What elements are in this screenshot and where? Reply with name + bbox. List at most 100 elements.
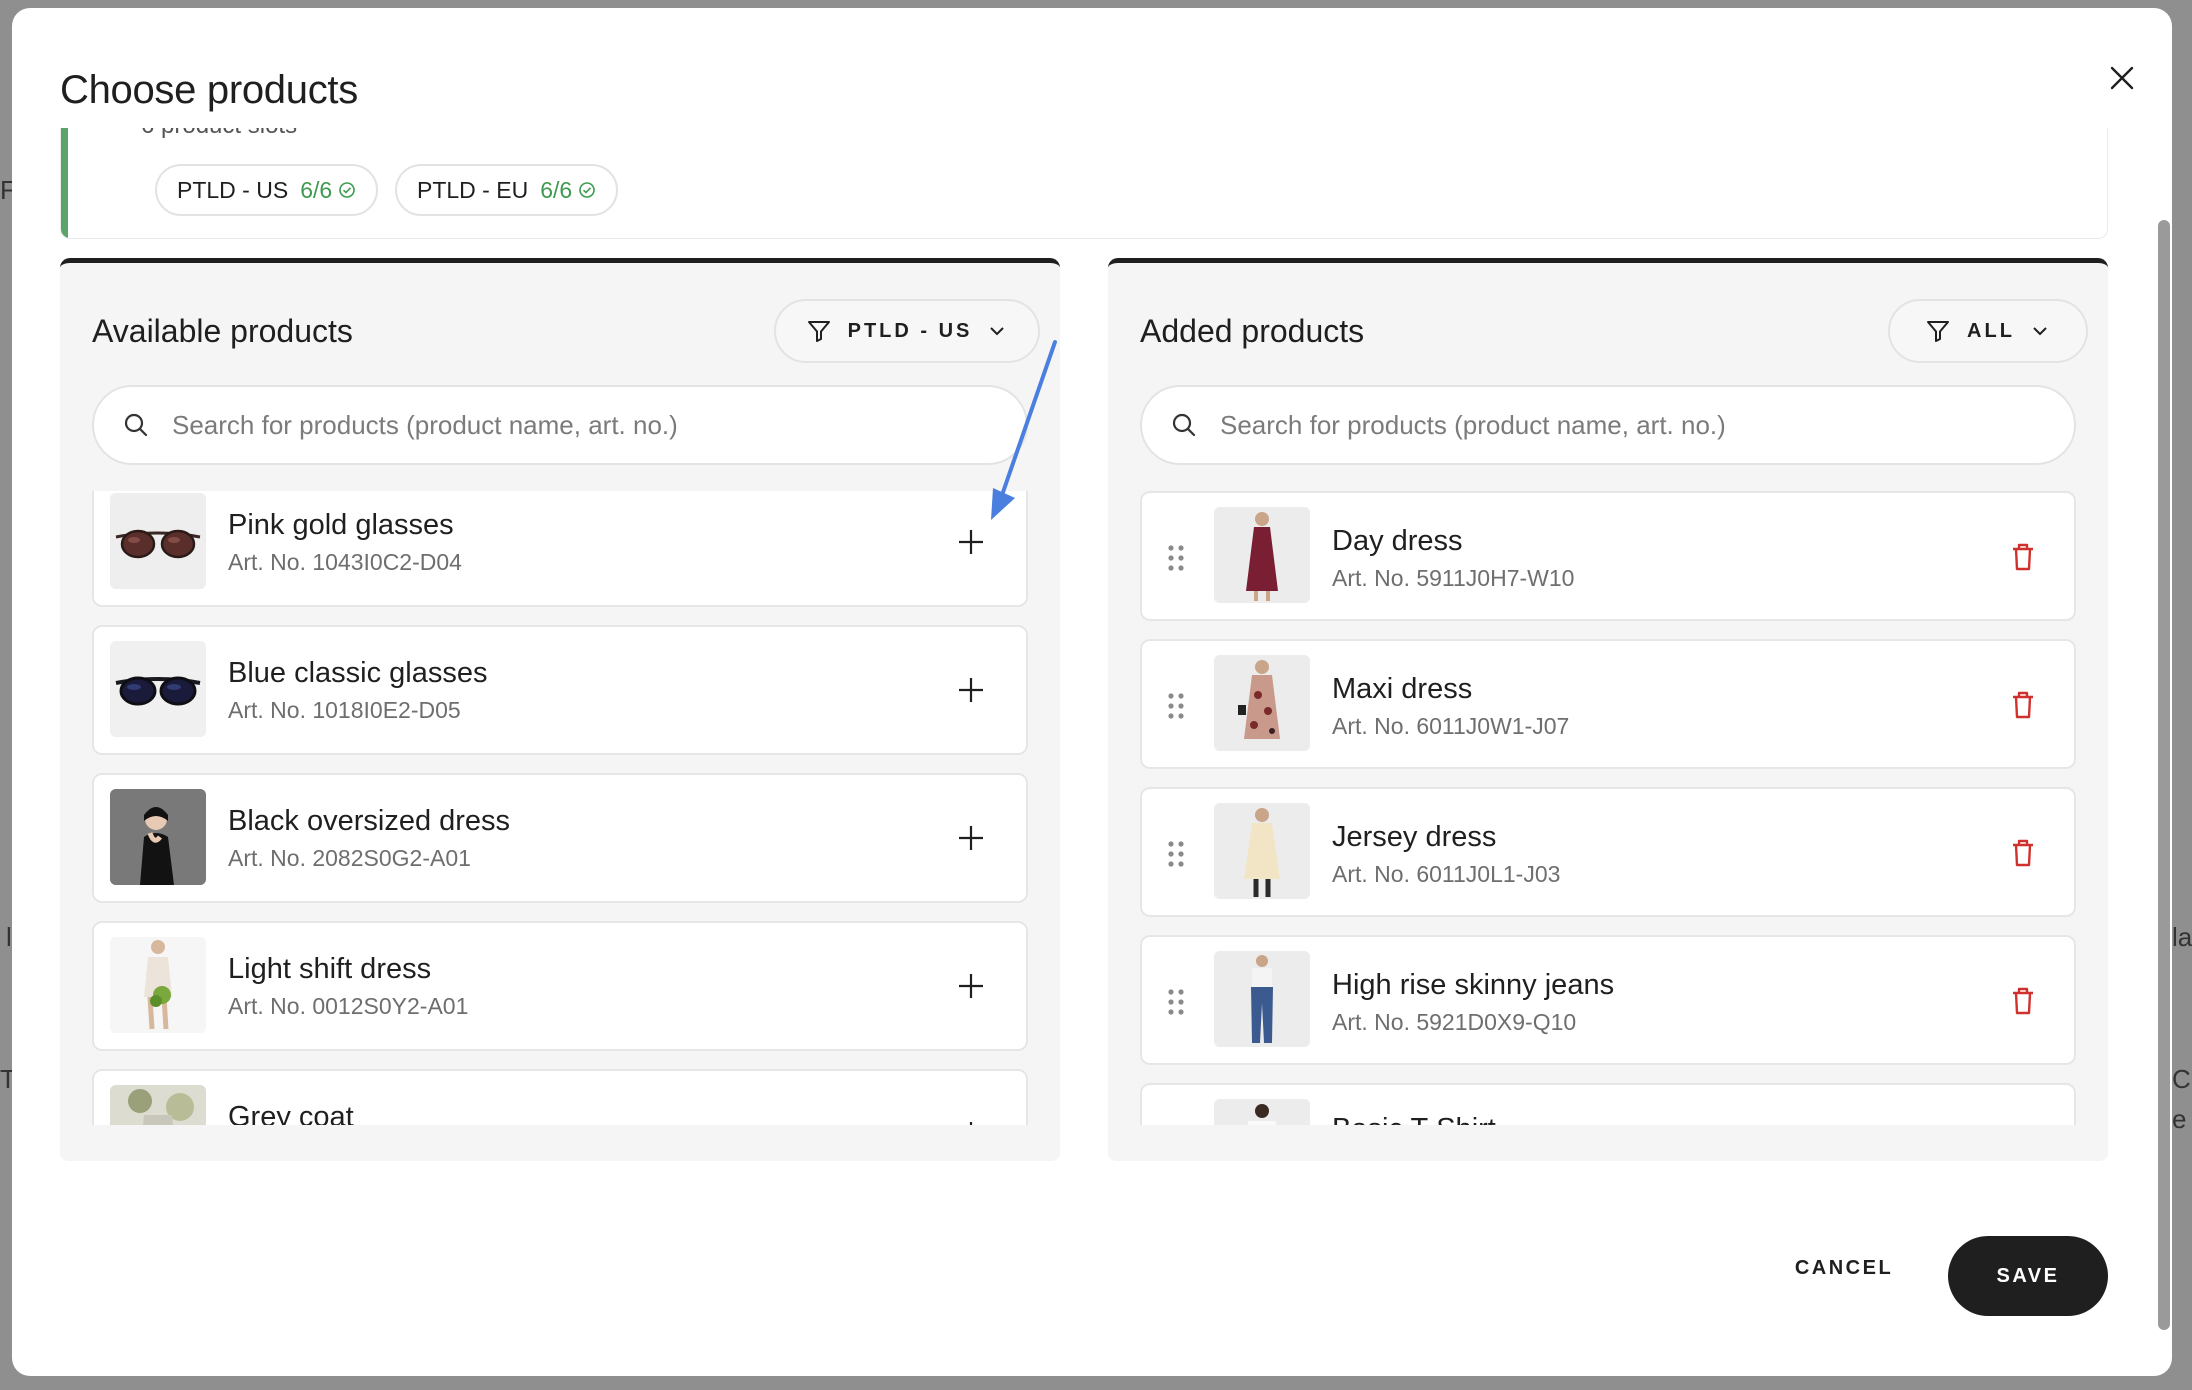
- available-search-input[interactable]: [170, 408, 994, 442]
- slot-chip-label: PTLD - EU: [417, 176, 529, 203]
- cancel-button[interactable]: CANCEL: [1774, 1238, 1914, 1298]
- product-thumbnail: [1214, 1099, 1310, 1125]
- add-product-button[interactable]: [950, 1113, 992, 1125]
- delete-product-button[interactable]: [2008, 985, 2038, 1017]
- close-icon: [2110, 66, 2134, 90]
- add-product-button[interactable]: [950, 965, 992, 1007]
- delete-product-button[interactable]: [2008, 689, 2038, 721]
- available-search-field[interactable]: [92, 385, 1028, 465]
- product-name: Light shift dress: [228, 953, 432, 985]
- slot-accent-bar: [61, 128, 68, 238]
- backdrop-fragment: la: [2172, 922, 2192, 952]
- product-thumbnail: [1214, 803, 1310, 899]
- product-art-no: Art. No. 1043I0C2-D04: [228, 549, 462, 575]
- dialog-scrollbar[interactable]: [2158, 220, 2170, 1330]
- product-name: Grey coat: [228, 1101, 354, 1125]
- dialog-title: Choose products: [60, 68, 358, 112]
- filter-icon: [1927, 321, 1950, 342]
- grey-coat-image: [110, 1085, 206, 1125]
- added-products-title: Added products: [1140, 313, 1365, 349]
- trash-icon: [2013, 987, 2033, 1015]
- check-circle-icon: [339, 182, 355, 198]
- available-product-row[interactable]: Grey coat: [92, 1069, 1028, 1125]
- jeans-image: [1214, 951, 1310, 1047]
- product-art-no: Art. No. 6011J0L1-J03: [1332, 861, 1561, 887]
- burgundy-dress-image: [1214, 507, 1310, 603]
- plus-icon: [959, 678, 983, 702]
- drag-handle[interactable]: [1164, 691, 1188, 721]
- delete-product-button[interactable]: [2008, 541, 2038, 573]
- product-art-no: Art. No. 5921D0X9-Q10: [1332, 1009, 1577, 1035]
- added-search-field[interactable]: [1140, 385, 2076, 465]
- product-thumbnail: [110, 1085, 206, 1125]
- market-filter-label: PTLD - US: [847, 319, 973, 342]
- search-icon: [124, 413, 148, 437]
- added-product-row[interactable]: Jersey dress Art. No. 6011J0L1-J03: [1140, 787, 2076, 917]
- product-name: Basic T-Shirt: [1332, 1113, 1496, 1125]
- available-products-panel: Available products PTLD - US Pink gold g…: [60, 258, 1060, 1161]
- available-product-row[interactable]: Light shift dress Art. No. 0012S0Y2-A01: [92, 921, 1028, 1051]
- drag-handle-icon: [1168, 841, 1184, 867]
- close-button[interactable]: [2102, 58, 2142, 98]
- plus-icon: [959, 826, 983, 850]
- available-product-row[interactable]: Pink gold glasses Art. No. 1043I0C2-D04: [92, 491, 1028, 607]
- added-search-input[interactable]: [1218, 408, 2042, 442]
- product-art-no: Art. No. 5911J0H7-W10: [1332, 565, 1575, 591]
- available-product-row[interactable]: Blue classic glasses Art. No. 1018I0E2-D…: [92, 625, 1028, 755]
- product-name: Jersey dress: [1332, 821, 1497, 853]
- market-filter-button[interactable]: PTLD - US: [774, 299, 1040, 363]
- added-filter-label: ALL: [1967, 319, 2015, 342]
- slot-chip-count: 6/6: [300, 176, 333, 203]
- add-product-button[interactable]: [950, 669, 992, 711]
- backdrop-fragment: C2: [2172, 1064, 2192, 1094]
- drag-handle[interactable]: [1164, 543, 1188, 573]
- chevron-down-icon: [2033, 327, 2047, 336]
- chevron-down-icon: [990, 327, 1005, 336]
- product-thumbnail: [1214, 507, 1310, 603]
- added-products-list: Day dress Art. No. 5911J0H7-W10 Maxi dre…: [1140, 491, 2076, 1125]
- product-name: Black oversized dress: [228, 805, 511, 837]
- product-slots-card: 6 product slots PTLD - US 6/6 PTLD - EU …: [60, 128, 2108, 239]
- save-button[interactable]: SAVE: [1948, 1236, 2108, 1316]
- added-product-row[interactable]: High rise skinny jeans Art. No. 5921D0X9…: [1140, 935, 2076, 1065]
- trash-icon: [2013, 839, 2033, 867]
- product-name: Blue classic glasses: [228, 657, 488, 689]
- product-thumbnail: [1214, 655, 1310, 751]
- product-slots-subtitle: 6 product slots: [141, 128, 297, 140]
- add-product-button[interactable]: [950, 521, 992, 563]
- trash-icon: [2013, 691, 2033, 719]
- drag-handle[interactable]: [1164, 839, 1188, 869]
- added-product-row[interactable]: Day dress Art. No. 5911J0H7-W10: [1140, 491, 2076, 621]
- product-thumbnail: [110, 641, 206, 737]
- slot-chip-label: PTLD - US: [177, 176, 289, 203]
- filter-icon: [807, 321, 830, 342]
- added-product-row[interactable]: Basic T-Shirt: [1140, 1083, 2076, 1125]
- search-icon: [1172, 413, 1196, 437]
- sunglasses-image: [110, 641, 206, 737]
- product-name: Day dress: [1332, 525, 1463, 557]
- trash-icon: [2013, 543, 2033, 571]
- backdrop-fragment: e: [2172, 1104, 2187, 1134]
- slot-chip-ptld-eu[interactable]: PTLD - EU 6/6: [395, 164, 619, 216]
- product-thumbnail: [110, 493, 206, 589]
- added-product-row[interactable]: Maxi dress Art. No. 6011J0W1-J07: [1140, 639, 2076, 769]
- black-dress-image: [110, 789, 206, 885]
- cream-dress-image: [1214, 803, 1310, 899]
- sunglasses-image: [110, 493, 206, 589]
- tshirt-image: [1214, 1099, 1310, 1125]
- plus-icon: [959, 530, 983, 554]
- product-name: High rise skinny jeans: [1332, 969, 1615, 1001]
- product-thumbnail: [110, 937, 206, 1033]
- product-thumbnail: [110, 789, 206, 885]
- product-art-no: Art. No. 2082S0G2-A01: [228, 845, 471, 871]
- delete-product-button[interactable]: [2008, 837, 2038, 869]
- add-product-button[interactable]: [950, 817, 992, 859]
- added-filter-button[interactable]: ALL: [1888, 299, 2088, 363]
- slot-chip-ptld-us[interactable]: PTLD - US 6/6: [155, 164, 379, 216]
- slot-chip-count: 6/6: [540, 176, 573, 203]
- drag-handle-icon: [1168, 693, 1184, 719]
- drag-handle-icon: [1168, 989, 1184, 1015]
- drag-handle[interactable]: [1164, 987, 1188, 1017]
- available-product-row[interactable]: Black oversized dress Art. No. 2082S0G2-…: [92, 773, 1028, 903]
- available-products-title: Available products: [92, 313, 353, 349]
